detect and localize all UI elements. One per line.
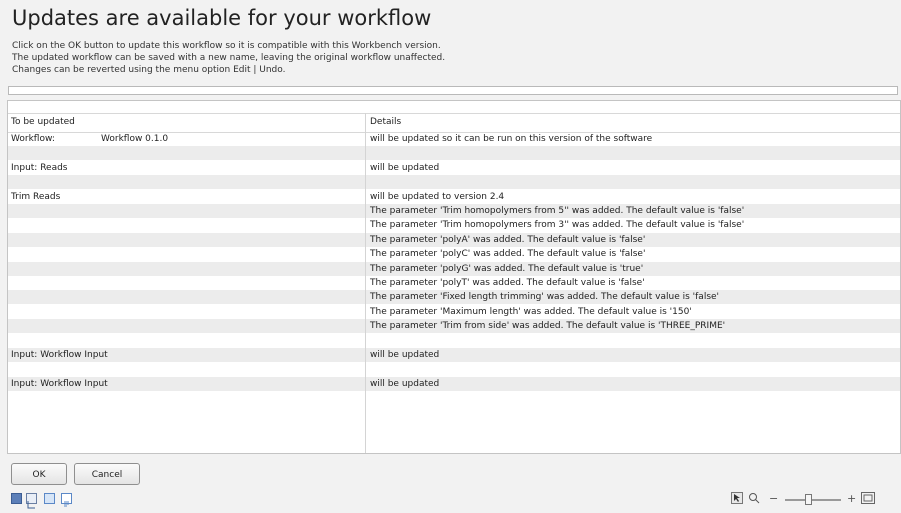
updates-table: To be updated Details Workflow: Workflow … [7, 100, 901, 454]
table-row[interactable]: The parameter 'Trim homopolymers from 3'… [8, 218, 900, 232]
fit-icon[interactable] [861, 492, 875, 508]
table-row[interactable]: The parameter 'Fixed length trimming' wa… [8, 290, 900, 305]
progress-bar [8, 86, 898, 95]
grid-icon[interactable] [44, 493, 55, 504]
zoom-in-button[interactable]: + [847, 492, 856, 506]
to-be-updated-cell: Input: Reads [11, 162, 68, 173]
zoom-slider-track[interactable] [785, 499, 841, 501]
table-row[interactable] [8, 146, 900, 161]
details-cell: The parameter 'polyC' was added. The def… [370, 249, 646, 260]
to-be-updated-cell: Trim Reads [11, 191, 61, 202]
details-cell: will be updated to version 2.4 [370, 191, 505, 202]
workflow-editor-icon[interactable] [11, 493, 22, 504]
table-row[interactable]: The parameter 'Trim homopolymers from 5'… [8, 204, 900, 218]
details-cell: The parameter 'polyG' was added. The def… [370, 263, 644, 274]
zoom-controls: − + [731, 492, 901, 508]
document-icon[interactable] [61, 493, 72, 507]
details-cell: The parameter 'Trim homopolymers from 5'… [370, 206, 745, 216]
table-row[interactable]: The parameter 'Maximum length' was added… [8, 305, 900, 319]
dialog-header: Updates are available for your workflow … [0, 0, 901, 92]
dialog-footer: OK Cancel − + [0, 456, 901, 510]
details-cell: will be updated [370, 162, 440, 173]
table-row[interactable]: The parameter 'polyT' was added. The def… [8, 276, 900, 290]
table-row[interactable]: Trim Reads will be updated to version 2.4 [8, 190, 900, 204]
zoom-out-button[interactable]: − [769, 492, 778, 506]
table-row[interactable]: The parameter 'polyG' was added. The def… [8, 261, 900, 276]
to-be-updated-cell: Input: Workflow Input [11, 350, 108, 360]
table-row[interactable]: Input: Workflow Input will be updated [8, 348, 900, 362]
cancel-button[interactable]: Cancel [74, 463, 140, 485]
table-row[interactable]: Workflow: Workflow 0.1.0 will be updated s… [8, 132, 900, 146]
layout-icon[interactable] [26, 493, 37, 509]
zoom-slider-thumb[interactable] [805, 494, 812, 505]
table-row[interactable]: The parameter 'Trim from side' was added… [8, 319, 900, 334]
details-cell: will be updated so it can be run on this… [370, 134, 653, 144]
table-header: To be updated Details [8, 113, 900, 133]
table-row[interactable]: The parameter 'polyA' was added. The def… [8, 232, 900, 247]
description-line-1: Click on the OK button to update this wo… [12, 41, 441, 51]
details-cell: The parameter 'Trim from side' was added… [370, 321, 726, 332]
details-cell: The parameter 'Trim homopolymers from 3'… [370, 220, 745, 231]
table-row[interactable] [8, 334, 900, 348]
description-line-3: Changes can be reverted using the menu o… [12, 65, 286, 75]
to-be-updated-subvalue-cell: Workflow 0.1.0 [101, 134, 169, 144]
table-row[interactable] [8, 175, 900, 190]
table-row[interactable] [8, 362, 900, 376]
details-cell: will be updated [370, 350, 440, 360]
table-row[interactable]: Input: Workflow Input will be updated [8, 376, 900, 391]
details-cell: The parameter 'polyA' was added. The def… [370, 234, 646, 245]
details-cell: The parameter 'Fixed length trimming' wa… [370, 292, 720, 303]
select-mode-icon[interactable] [731, 492, 743, 508]
to-be-updated-cell: Workflow: [11, 134, 55, 144]
table-row[interactable]: The parameter 'polyC' was added. The def… [8, 247, 900, 261]
details-cell: will be updated [370, 378, 440, 389]
description-line-2: The updated workflow can be saved with a… [12, 53, 446, 63]
details-cell: The parameter 'polyT' was added. The def… [370, 278, 645, 288]
details-cell: The parameter 'Maximum length' was added… [370, 306, 692, 317]
zoom-mode-icon[interactable] [748, 492, 761, 509]
table-row[interactable]: Input: Reads will be updated [8, 161, 900, 175]
to-be-updated-cell: Input: Workflow Input [11, 378, 108, 389]
column-header-details: Details [370, 117, 402, 127]
column-header-to-be-updated: To be updated [11, 117, 75, 127]
ok-button[interactable]: OK [11, 463, 67, 485]
page-title: Updates are available for your workflow [12, 6, 432, 30]
column-divider [365, 113, 366, 453]
